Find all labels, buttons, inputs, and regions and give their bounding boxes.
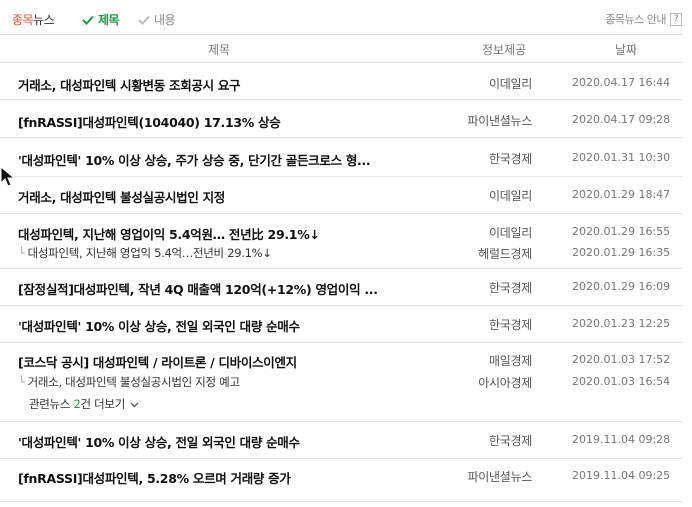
branch-icon: └ (18, 375, 25, 389)
news-date: 2020.01.23 12:25 (572, 317, 671, 330)
help-icon: ? (670, 12, 682, 26)
news-source: 이데일리 (489, 226, 532, 240)
news-row: '대성파인텍' 10% 이상 상승, 주가 상승 중, 단기간 골든크로스 형.… (0, 138, 682, 177)
column-title: 제목 (208, 43, 231, 57)
news-title-link[interactable]: [잠정실적]대성파인텍, 작년 4Q 매출액 120억(+12%) 영업이익 .… (18, 279, 378, 298)
news-date: 2019.11.04 09:25 (572, 469, 671, 482)
news-guide-link[interactable]: 종목뉴스 안내 ? (605, 11, 682, 27)
news-source: 한국경제 (489, 281, 532, 295)
filter-content-toggle[interactable]: 내용 (138, 11, 176, 28)
mouse-pointer-icon (0, 166, 16, 187)
news-title-link[interactable]: '대성파인텍' 10% 이상 상승, 전일 외국인 대량 순매수 (18, 316, 300, 335)
filter-title-toggle[interactable]: 제목 (82, 11, 120, 28)
news-date: 2020.01.31 10:30 (572, 151, 671, 164)
column-date: 날짜 (615, 43, 638, 57)
news-row: [코스닥 공시] 대성파인텍 / 라이트론 / 디바이스이엔지 매일경제 202… (0, 343, 682, 422)
chevron-down-icon (130, 402, 139, 407)
news-source: 한국경제 (489, 434, 532, 448)
news-row: 거래소, 대성파인텍 시황변동 조회공시 요구 이데일리 2020.04.17 … (0, 62, 682, 100)
branch-icon: └ (18, 246, 25, 260)
table-header: 제목 정보제공 날짜 (0, 34, 682, 63)
news-date: 2020.01.29 16:35 (572, 246, 671, 259)
news-date: 2020.01.03 16:54 (572, 375, 671, 388)
news-date: 2020.01.29 18:47 (572, 188, 671, 201)
related-news-link[interactable]: 대성파인텍, 지난해 영업익 5.4억…전년비 29.1%↓ (28, 246, 272, 260)
news-row: [fnRASSI]대성파인텍, 5.28% 오르며 거래량 증가 파이낸셜뉴스 … (0, 459, 682, 502)
news-source: 파이낸셜뉴스 (467, 470, 533, 484)
news-title-link[interactable]: [fnRASSI]대성파인텍(104040) 17.13% 상승 (18, 112, 281, 131)
news-source: 헤럴드경제 (478, 247, 532, 261)
news-date: 2020.04.17 09:28 (572, 113, 671, 126)
news-date: 2019.11.04 09:28 (572, 433, 671, 446)
news-header: 종목뉴스 제목 내용 종목뉴스 안내 ? (0, 0, 692, 34)
news-title-link[interactable]: 거래소, 대성파인텍 불성실공시법인 지정 (18, 187, 225, 206)
news-row: '대성파인텍' 10% 이상 상승, 전일 외국인 대량 순매수 한국경제 20… (0, 422, 682, 459)
related-news-link[interactable]: 거래소, 대성파인텍 불성실공시법인 지정 예고 (28, 375, 240, 389)
column-source: 정보제공 (482, 43, 527, 57)
news-row: '대성파인텍' 10% 이상 상승, 전일 외국인 대량 순매수 한국경제 20… (0, 306, 682, 343)
news-title-link[interactable]: [fnRASSI]대성파인텍, 5.28% 오르며 거래량 증가 (18, 468, 291, 487)
news-date: 2020.01.29 16:55 (572, 225, 671, 238)
news-date: 2020.04.17 16:44 (572, 76, 671, 89)
news-source: 한국경제 (489, 152, 532, 166)
related-news-item: └ 대성파인텍, 지난해 영업익 5.4억…전년비 29.1%↓ 헤럴드경제 20… (0, 243, 682, 263)
related-news-more-button[interactable]: 관련뉴스 2건 더보기 (29, 396, 139, 412)
news-row: [잠정실적]대성파인텍, 작년 4Q 매출액 120억(+12%) 영업이익 .… (0, 269, 682, 306)
news-title-link[interactable]: [코스닥 공시] 대성파인텍 / 라이트론 / 디바이스이엔지 (18, 352, 297, 371)
checkmark-icon (82, 15, 94, 25)
news-row: [fnRASSI]대성파인텍(104040) 17.13% 상승 파이낸셜뉴스 … (0, 100, 682, 138)
news-row: 대성파인텍, 지난해 영업이익 5.4억원… 전년比 29.1%↓ 이데일리 2… (0, 214, 682, 269)
news-title-link[interactable]: '대성파인텍' 10% 이상 상승, 주가 상승 중, 단기간 골든크로스 형.… (18, 150, 371, 169)
news-source: 한국경제 (489, 318, 532, 332)
news-title-link[interactable]: '대성파인텍' 10% 이상 상승, 전일 외국인 대량 순매수 (18, 432, 300, 451)
section-title: 종목뉴스 (12, 13, 55, 27)
news-source: 이데일리 (489, 189, 532, 203)
news-title-link[interactable]: 대성파인텍, 지난해 영업이익 5.4억원… 전년比 29.1%↓ (18, 224, 320, 243)
news-date: 2020.01.03 17:52 (572, 353, 671, 366)
news-date: 2020.01.29 16:09 (572, 280, 671, 293)
news-source: 파이낸셜뉴스 (467, 114, 533, 128)
related-news-item: └ 거래소, 대성파인텍 불성실공시법인 지정 예고 아시아경제 2020.01.… (0, 372, 682, 392)
news-source: 아시아경제 (478, 376, 532, 390)
news-source: 매일경제 (489, 354, 532, 368)
news-title-link[interactable]: 거래소, 대성파인텍 시황변동 조회공시 요구 (18, 75, 241, 94)
checkmark-icon (138, 15, 150, 25)
news-source: 이데일리 (489, 77, 532, 91)
news-row: 거래소, 대성파인텍 불성실공시법인 지정 이데일리 2020.01.29 18… (0, 177, 682, 214)
